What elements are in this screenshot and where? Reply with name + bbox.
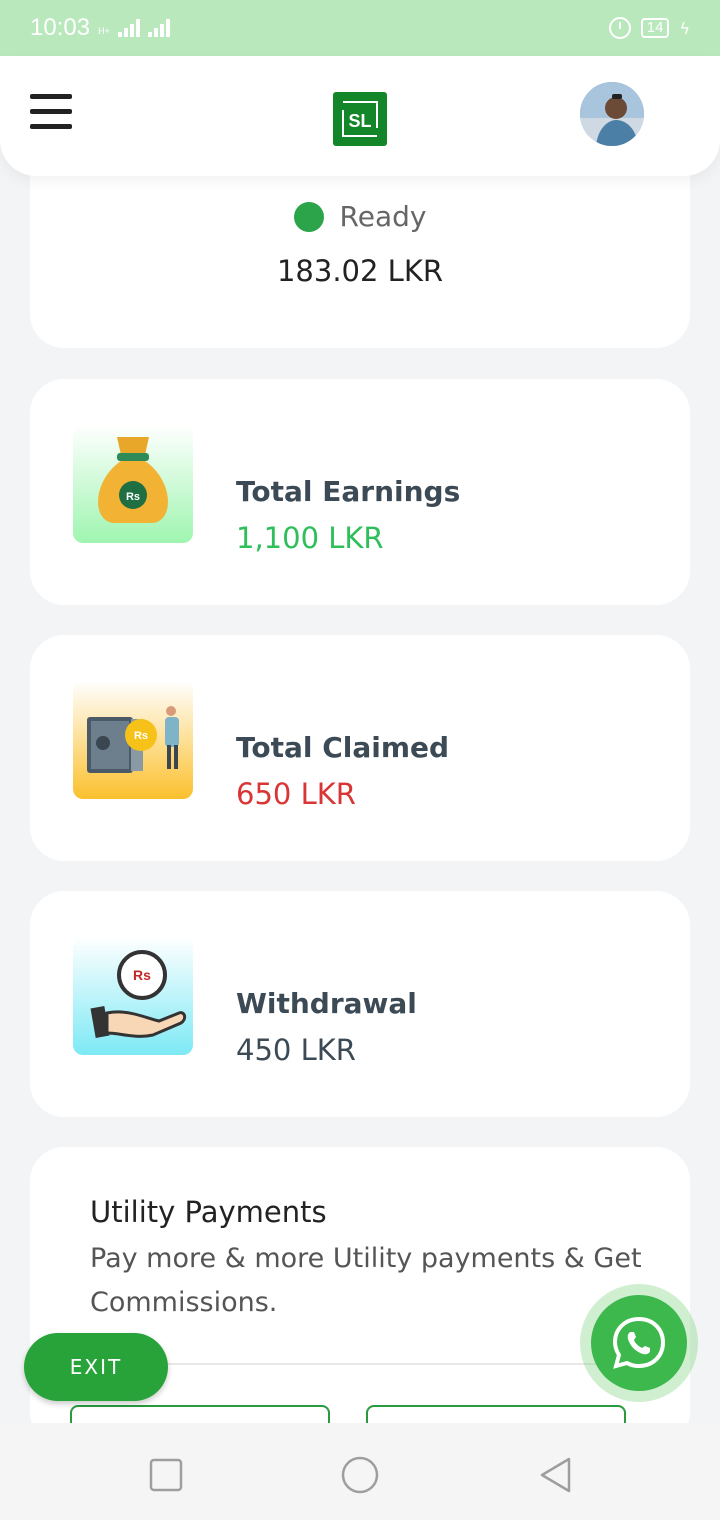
app-logo[interactable]: SL	[333, 92, 387, 146]
money-bag-icon: Rs	[73, 425, 193, 543]
recent-apps-icon[interactable]	[146, 1455, 186, 1495]
battery-icon: 14	[640, 18, 670, 38]
rs-label: Rs	[126, 491, 140, 503]
status-text: Ready	[339, 200, 427, 233]
utility-description: Pay more & more Utility payments & Get C…	[90, 1243, 642, 1318]
whatsapp-button[interactable]	[580, 1284, 698, 1402]
avatar[interactable]	[580, 82, 644, 146]
utility-title: Utility Payments	[90, 1195, 327, 1229]
withdrawal-title: Withdrawal	[236, 987, 417, 1020]
withdrawal-value: 450 LKR	[236, 1033, 356, 1067]
divider	[90, 1363, 640, 1365]
exit-button[interactable]: EXIT	[24, 1333, 168, 1401]
wallet-balance: 183.02 LKR	[276, 254, 443, 288]
status-left: 10:03 H+	[30, 14, 170, 42]
status-bar: 10:03 H+ 14 ϟ	[0, 0, 720, 56]
clock: 10:03	[30, 14, 91, 41]
earnings-card[interactable]: Rs Total Earnings 1,100 LKR	[30, 379, 690, 605]
rs-label: Rs	[134, 730, 148, 742]
signal-icon-2	[147, 19, 170, 37]
status-dot	[293, 201, 324, 232]
status-right: 14 ϟ	[608, 17, 690, 39]
claimed-title: Total Claimed	[236, 731, 450, 764]
app-header: SL	[0, 56, 720, 176]
claimed-card[interactable]: Rs Total Claimed 650 LKR	[30, 635, 690, 861]
menu-icon[interactable]	[30, 94, 72, 130]
earnings-title: Total Earnings	[236, 475, 461, 508]
network-type: H+	[98, 26, 110, 36]
logo-text: SL	[348, 111, 371, 131]
utility-payments-card: Utility Payments Pay more & more Utility…	[30, 1147, 690, 1465]
status-row: Ready	[30, 200, 690, 233]
safe-icon: Rs	[73, 681, 193, 799]
system-nav-bar	[0, 1423, 720, 1520]
alarm-icon	[608, 17, 631, 39]
rs-label: Rs	[133, 967, 151, 983]
claimed-value: 650 LKR	[236, 777, 356, 811]
signal-icon	[117, 19, 140, 37]
withdrawal-card[interactable]: Rs Withdrawal 450 LKR	[30, 891, 690, 1117]
whatsapp-icon	[591, 1295, 687, 1391]
charging-icon: ϟ	[679, 18, 690, 38]
earnings-value: 1,100 LKR	[236, 521, 384, 555]
hand-coin-icon: Rs	[73, 937, 193, 1055]
home-icon[interactable]	[340, 1455, 380, 1495]
back-icon[interactable]	[536, 1455, 576, 1495]
